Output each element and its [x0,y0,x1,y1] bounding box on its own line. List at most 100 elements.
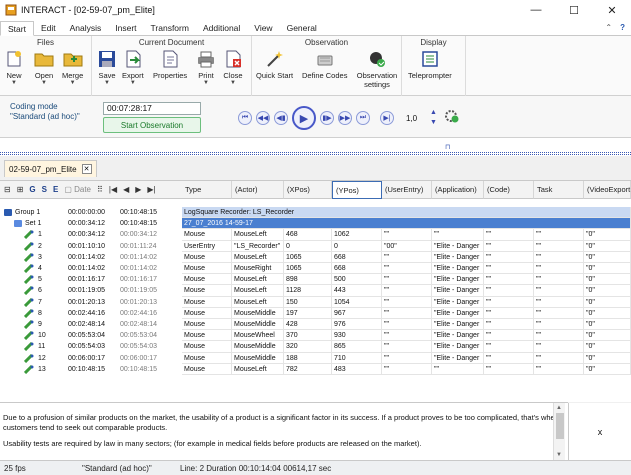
table-cell[interactable]: "" [382,363,432,375]
table-cell[interactable]: "0" [584,307,631,319]
table-cell[interactable]: "" [382,330,432,342]
table-cell[interactable]: 0 [332,240,382,252]
table-row[interactable]: 3 00:01:14:02 00:01:14:02 Mouse MouseLeft 106… [0,251,631,263]
table-row[interactable]: 6 00:01:19:05 00:01:19:05 Mouse MouseLeft 112… [0,285,631,297]
table-cell[interactable]: MouseLeft [232,363,284,375]
minimize-button[interactable]: — [517,0,555,20]
table-row[interactable]: 2 00:01:10:10 00:01:11:24 UserEntry "LS_Reco… [0,240,631,252]
scroll-down-icon[interactable]: ▼ [556,452,562,458]
table-cell[interactable]: "0" [584,274,631,286]
table-cell[interactable]: "" [382,352,432,364]
event-filter-icon[interactable]: E [53,185,58,194]
close-tab-icon[interactable]: ✕ [81,164,92,174]
tab-general[interactable]: General [280,20,324,35]
table-cell[interactable]: "" [382,251,432,263]
table-cell[interactable]: "" [382,296,432,308]
table-cell[interactable]: "" [484,240,534,252]
table-cell[interactable]: UserEntry [182,240,232,252]
maximize-button[interactable]: ☐ [555,0,593,20]
table-cell[interactable]: "" [534,274,584,286]
properties-button[interactable]: Properties [153,49,187,80]
table-cell[interactable]: 668 [332,251,382,263]
table-cell[interactable]: 428 [284,319,332,331]
quick-start-button[interactable]: Quick Start [256,49,293,80]
table-cell[interactable]: "" [382,285,432,297]
table-cell[interactable]: 1062 [332,229,382,241]
table-cell[interactable]: "" [534,330,584,342]
table-cell[interactable]: "" [382,307,432,319]
table-cell[interactable]: "00" [382,240,432,252]
timeline-icon[interactable]: ⠿ [97,185,103,194]
table-cell[interactable]: 150 [284,296,332,308]
column-header[interactable]: (VideoExport [584,181,631,199]
table-cell[interactable]: "" [432,229,484,241]
table-cell[interactable]: "0" [584,296,631,308]
table-cell[interactable]: "" [534,229,584,241]
table-cell[interactable]: "0" [584,251,631,263]
table-cell[interactable]: "" [484,319,534,331]
table-cell[interactable]: "" [534,352,584,364]
table-cell[interactable]: Mouse [182,296,232,308]
table-cell[interactable]: "" [534,319,584,331]
table-cell[interactable]: "Elite - Danger [432,263,484,275]
table-cell[interactable]: Mouse [182,341,232,353]
step-forward-icon[interactable]: ▮▶ [320,111,334,125]
table-cell[interactable]: 468 [284,229,332,241]
document-tab[interactable]: 02-59-07_pm_Elite ✕ [4,160,97,177]
table-cell[interactable]: Mouse [182,251,232,263]
help-icon[interactable]: ? [620,23,625,32]
new-button[interactable]: New ▼ [4,49,24,86]
table-cell[interactable]: MouseMiddle [232,341,284,353]
date-toggle[interactable]: ▢ Date [64,185,91,194]
table-cell[interactable]: 865 [332,341,382,353]
notes-panel[interactable]: Due to a profusion of similar products o… [0,402,568,460]
table-cell[interactable]: "LS_Recorder" [232,240,284,252]
table-row[interactable]: 9 00:02:48:14 00:02:48:14 Mouse MouseMiddle 4… [0,319,631,331]
table-cell[interactable]: "" [484,285,534,297]
table-cell[interactable]: 710 [332,352,382,364]
speed-settings-icon[interactable] [444,108,460,126]
table-cell[interactable]: "Elite - Danger [432,341,484,353]
table-cell[interactable]: "0" [584,363,631,375]
close-document-button[interactable]: Close ▼ [223,49,243,86]
table-cell[interactable]: MouseLeft [232,296,284,308]
table-cell[interactable]: Mouse [182,330,232,342]
table-cell[interactable]: 668 [332,263,382,275]
table-cell[interactable]: "" [484,263,534,275]
table-cell[interactable]: "" [484,330,534,342]
notes-close-button[interactable]: x [568,403,631,460]
table-cell[interactable]: "0" [584,330,631,342]
table-cell[interactable]: "0" [584,341,631,353]
skip-to-start-icon[interactable]: ⏮ [238,111,252,125]
table-cell[interactable]: "" [534,285,584,297]
table-cell[interactable]: MouseLeft [232,229,284,241]
table-cell[interactable]: MouseMiddle [232,307,284,319]
table-cell[interactable]: "Elite - Danger [432,240,484,252]
last-record-icon[interactable]: ▶| [147,185,155,194]
table-cell[interactable]: Mouse [182,263,232,275]
table-cell[interactable]: "Elite - Danger [432,285,484,297]
table-cell[interactable]: "" [534,363,584,375]
table-cell[interactable]: 500 [332,274,382,286]
table-row[interactable]: 11 00:05:54:03 00:05:54:03 Mouse MouseMiddle… [0,341,631,353]
table-cell[interactable]: "0" [584,285,631,297]
table-cell[interactable]: "Elite - Danger [432,330,484,342]
scroll-up-icon[interactable]: ▲ [556,405,562,411]
table-row[interactable]: 7 00:01:20:13 00:01:20:13 Mouse MouseLeft 150… [0,296,631,308]
tab-start[interactable]: Start [0,21,34,36]
group-row[interactable]: Group 1 00:00:00:00 00:10:48:15 LogSquare R… [0,207,631,219]
table-cell[interactable]: 782 [284,363,332,375]
table-cell[interactable]: "" [382,319,432,331]
table-cell[interactable]: 1065 [284,251,332,263]
table-cell[interactable]: "" [534,251,584,263]
open-button[interactable]: Open ▼ [34,49,54,86]
notes-scrollbar[interactable]: ▲ ▼ [553,403,565,460]
column-header[interactable]: (YPos) [332,181,382,199]
table-cell[interactable]: MouseWheel [232,330,284,342]
fast-forward-icon[interactable]: ▶▶ [338,111,352,125]
column-header[interactable]: (Application) [432,181,484,199]
scroll-thumb[interactable] [556,413,564,439]
table-cell[interactable]: "0" [584,229,631,241]
table-cell[interactable]: MouseMiddle [232,352,284,364]
column-header[interactable]: (Actor) [232,181,284,199]
